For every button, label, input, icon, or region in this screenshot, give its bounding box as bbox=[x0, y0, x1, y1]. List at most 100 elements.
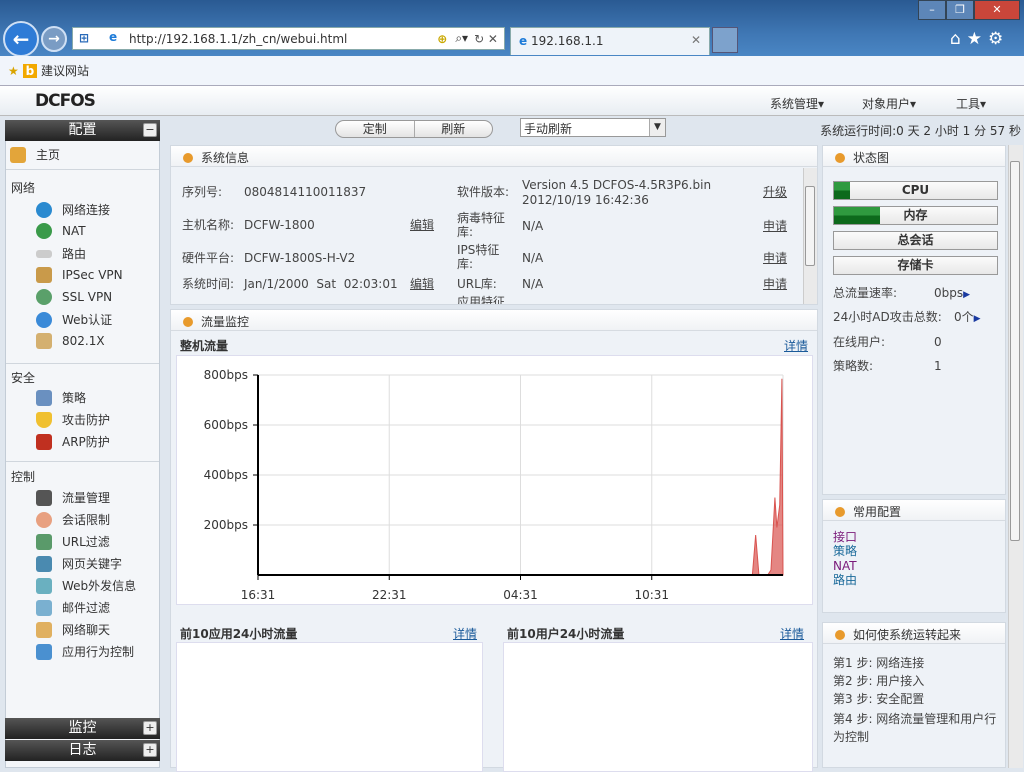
close-tab-icon[interactable]: ✕ bbox=[691, 33, 701, 47]
home-icon[interactable]: ⌂ bbox=[950, 29, 967, 49]
sidebar-item-network-connection[interactable]: 网络连接 bbox=[36, 201, 110, 218]
attack-count-link[interactable]: 0个▶ bbox=[954, 310, 981, 326]
edit-hostname-link[interactable]: 编辑 bbox=[410, 218, 434, 232]
refresh-icon[interactable]: ↻ ✕ bbox=[474, 32, 498, 46]
apply-url-link[interactable]: 申请 bbox=[763, 277, 787, 291]
group-network: 网络 bbox=[11, 181, 36, 195]
sidebar-item-route[interactable]: 路由 bbox=[36, 245, 86, 262]
sidebar-item-label: ARP防护 bbox=[62, 435, 110, 449]
platform-value: DCFW-1800S-H-V2 bbox=[244, 251, 356, 265]
sidebar-item-attack-protection[interactable]: 攻击防护 bbox=[36, 411, 110, 428]
chart-title: 整机流量 bbox=[180, 339, 229, 353]
sidebar-item-label: 网页关键字 bbox=[62, 557, 123, 571]
restore-button[interactable]: ❐ bbox=[946, 0, 974, 20]
url-filter-icon bbox=[36, 533, 52, 550]
favorites-bar: ★ b 建议网站 bbox=[0, 56, 1024, 86]
sidebar-item-chat[interactable]: 网络聊天 bbox=[36, 621, 110, 638]
sidebar-item-url-filter[interactable]: URL过滤 bbox=[36, 533, 110, 550]
forward-button[interactable]: → bbox=[41, 26, 67, 52]
sidebar-item-nat[interactable]: NAT bbox=[36, 223, 86, 239]
gear-icon[interactable]: ⚙ bbox=[988, 29, 1009, 49]
page-scrollbar[interactable] bbox=[1008, 145, 1023, 768]
sidebar-item-web-auth[interactable]: Web认证 bbox=[36, 311, 112, 328]
top-users-title: 前10用户24小时流量 bbox=[507, 627, 625, 641]
keyword-icon bbox=[36, 555, 52, 572]
apply-ips-link[interactable]: 申请 bbox=[763, 251, 787, 265]
y-tick-label: 200bps bbox=[204, 518, 248, 532]
total-rate-link[interactable]: 0bps▶ bbox=[934, 286, 970, 302]
browser-tab[interactable]: e 192.168.1.1 ✕ bbox=[510, 27, 710, 55]
menu-tools[interactable]: 工具▾ bbox=[956, 95, 986, 112]
policy-link[interactable]: 策略 bbox=[833, 544, 857, 558]
cpu-bar[interactable]: CPU bbox=[833, 181, 998, 200]
sidebar-item-web-outbound[interactable]: Web外发信息 bbox=[36, 577, 136, 594]
stat-label: 24小时AD攻击总数: bbox=[833, 310, 942, 324]
expand-icon[interactable]: + bbox=[143, 743, 157, 757]
sessions-bar[interactable]: 总会话 bbox=[833, 231, 998, 250]
address-bar[interactable]: ⊞ e http://192.168.1.1/zh_cn/webui.html … bbox=[72, 27, 505, 50]
sidebar-item-keyword[interactable]: 网页关键字 bbox=[36, 555, 122, 572]
step-3: 第3 步: 安全配置 bbox=[833, 692, 925, 706]
edit-time-link[interactable]: 编辑 bbox=[410, 277, 434, 291]
sidebar-item-label: NAT bbox=[62, 224, 86, 238]
menu-system-management[interactable]: 系统管理▾ bbox=[770, 95, 824, 112]
new-tab-button[interactable] bbox=[712, 27, 738, 53]
bullet-icon bbox=[835, 506, 845, 517]
sidebar-item-session-limit[interactable]: 会话限制 bbox=[36, 511, 110, 528]
step-2: 第2 步: 用户接入 bbox=[833, 674, 925, 688]
sidebar-section-config[interactable]: 配置 − bbox=[5, 120, 160, 141]
url-db-value: N/A bbox=[522, 277, 544, 291]
group-security: 安全 bbox=[11, 371, 36, 385]
upgrade-link[interactable]: 升级 bbox=[763, 185, 787, 199]
favorites-star-icon[interactable]: ★ bbox=[8, 64, 19, 78]
menu-label: 对象用户 bbox=[862, 97, 911, 111]
sidebar-item-label: Web认证 bbox=[62, 313, 113, 327]
nat-link[interactable]: NAT bbox=[833, 559, 857, 573]
expand-icon[interactable]: + bbox=[143, 721, 157, 735]
back-button[interactable]: ← bbox=[3, 21, 39, 57]
sidebar-item-traffic-management[interactable]: 流量管理 bbox=[36, 489, 110, 506]
status-panel: 状态图 CPU 内存 总会话 存储卡 总流量速率: 0bps▶ 24小时AD攻击… bbox=[822, 145, 1006, 495]
memory-bar[interactable]: 内存 bbox=[833, 206, 998, 225]
refresh-mode-select[interactable]: 手动刷新 ▼ bbox=[520, 118, 666, 137]
refresh-button[interactable]: 刷新 bbox=[415, 121, 493, 137]
x-tick-label: 16:31 bbox=[241, 588, 276, 602]
sysinfo-scrollbar[interactable] bbox=[803, 168, 817, 304]
minimize-button[interactable]: – bbox=[918, 0, 946, 20]
storage-bar[interactable]: 存储卡 bbox=[833, 256, 998, 275]
sidebar-item-home[interactable]: 主页 bbox=[10, 146, 60, 163]
close-window-button[interactable]: ✕ bbox=[974, 0, 1020, 20]
top-users-details-link[interactable]: 详情 bbox=[780, 625, 804, 642]
route-link[interactable]: 路由 bbox=[833, 573, 857, 587]
hostname-value: DCFW-1800 bbox=[244, 218, 315, 232]
traffic-details-link[interactable]: 详情 bbox=[784, 337, 808, 354]
sidebar-item-8021x[interactable]: 802.1X bbox=[36, 333, 105, 349]
sidebar-item-ipsec-vpn[interactable]: IPSec VPN bbox=[36, 267, 123, 283]
search-icon[interactable]: ⌕▾ bbox=[455, 31, 468, 46]
ie-icon: e bbox=[519, 34, 528, 48]
panel-title: 系统信息 bbox=[201, 151, 250, 165]
suggested-sites-link[interactable]: 建议网站 bbox=[41, 64, 89, 78]
bing-icon: b bbox=[22, 64, 38, 78]
top-apps-chart bbox=[176, 642, 483, 772]
addon-icon[interactable]: ⊕ bbox=[437, 32, 447, 46]
sidebar-section-monitor[interactable]: 监控 + bbox=[5, 718, 160, 739]
bar-label: CPU bbox=[901, 183, 930, 197]
apply-virus-link[interactable]: 申请 bbox=[763, 219, 787, 233]
toolbar-buttons: 定制 刷新 bbox=[335, 120, 493, 138]
collapse-icon[interactable]: − bbox=[143, 123, 157, 137]
sidebar-section-log[interactable]: 日志 + bbox=[5, 740, 160, 761]
key-icon bbox=[36, 333, 52, 349]
interface-link[interactable]: 接口 bbox=[833, 530, 857, 544]
sidebar-item-arp-protection[interactable]: ARP防护 bbox=[36, 433, 110, 450]
menu-object-users[interactable]: 对象用户▾ bbox=[862, 95, 916, 112]
sidebar-item-policy[interactable]: 策略 bbox=[36, 389, 86, 406]
mail-filter-icon bbox=[36, 599, 52, 616]
sidebar-item-mail-filter[interactable]: 邮件过滤 bbox=[36, 599, 110, 616]
sidebar-item-ssl-vpn[interactable]: SSL VPN bbox=[36, 289, 112, 305]
top-apps-details-link[interactable]: 详情 bbox=[453, 625, 477, 642]
sidebar-item-app-control[interactable]: 应用行为控制 bbox=[36, 643, 134, 660]
customize-button[interactable]: 定制 bbox=[336, 121, 415, 137]
favorites-icon[interactable]: ★ bbox=[967, 29, 988, 49]
serial-value: 0804814110011837 bbox=[244, 185, 367, 199]
